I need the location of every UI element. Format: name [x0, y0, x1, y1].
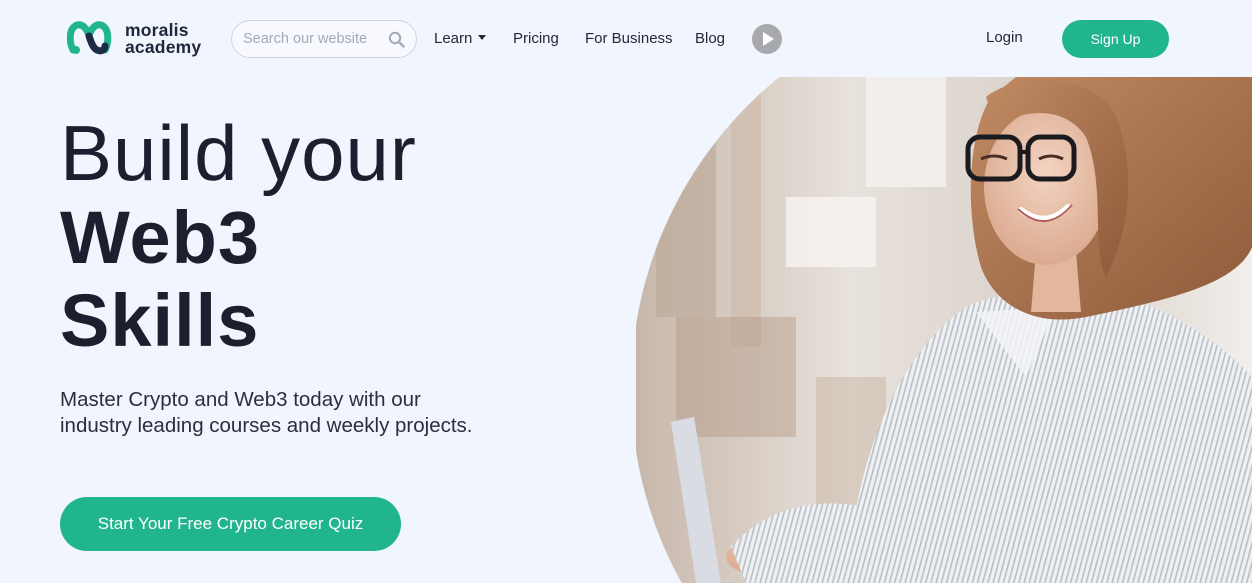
woman-at-laptop-image — [636, 77, 1252, 583]
logo-text-line2: academy — [125, 37, 202, 57]
signup-button[interactable]: Sign Up — [1062, 20, 1169, 58]
nav-learn[interactable]: Learn — [434, 30, 487, 47]
search-box — [231, 20, 417, 58]
logo-text: moralis academy — [125, 21, 202, 57]
hero-subtitle: Master Crypto and Web3 today with our in… — [60, 388, 473, 437]
nav-learn-label: Learn — [434, 30, 473, 47]
page: moralis academy Learn Pricing For Busine… — [0, 0, 1252, 583]
logo[interactable]: moralis academy — [67, 20, 201, 58]
login-link[interactable]: Login — [986, 29, 1023, 46]
nav-for-business[interactable]: For Business — [585, 30, 673, 47]
caret-down-icon — [478, 35, 487, 40]
career-quiz-button[interactable]: Start Your Free Crypto Career Quiz — [60, 497, 401, 551]
nav-pricing[interactable]: Pricing — [513, 30, 559, 47]
nav-blog[interactable]: Blog — [695, 30, 725, 47]
hero-title-line1: Build your — [60, 109, 417, 197]
hero-title-line3: Skills — [60, 279, 260, 362]
hero-title-line2: Web3 — [60, 196, 261, 279]
hero-photo — [636, 77, 1252, 583]
search-input[interactable] — [232, 21, 382, 57]
play-icon[interactable] — [752, 24, 782, 54]
search-icon[interactable] — [388, 31, 405, 48]
moralis-logo-icon — [67, 21, 112, 55]
